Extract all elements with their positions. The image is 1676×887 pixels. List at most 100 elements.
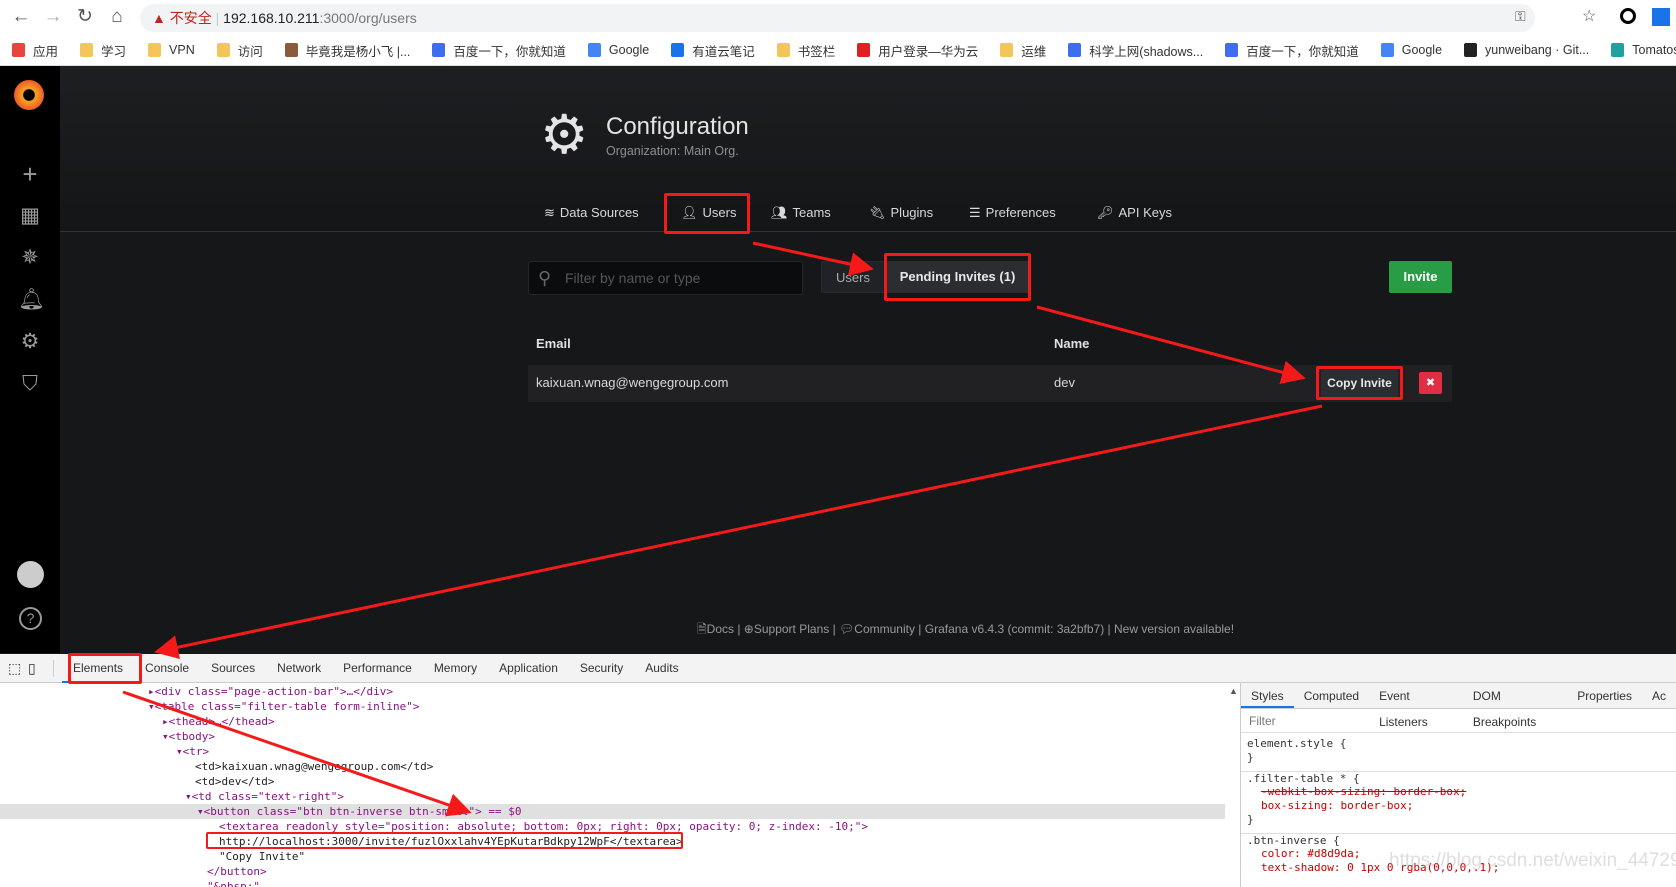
footer-support-link[interactable]: Support Plans <box>754 622 829 636</box>
bookmark-item[interactable]: 有道云笔记 <box>671 41 755 60</box>
devtools-tab-elements[interactable]: Elements <box>62 654 135 683</box>
css-rule-line[interactable]: } <box>1241 751 1676 765</box>
pending-invites-toggle[interactable]: Pending Invites (1) <box>885 261 1030 293</box>
devtools-tab-network[interactable]: Network <box>266 654 332 683</box>
footer-new-version-link[interactable]: New version available! <box>1114 622 1234 636</box>
inspect-icon[interactable]: ⬚ <box>8 660 28 677</box>
styles-tab[interactable]: Styles <box>1241 683 1294 708</box>
bookmark-item[interactable]: 学习 <box>80 41 126 60</box>
device-toolbar-icon[interactable]: ▯ <box>28 659 54 677</box>
styles-filter-input[interactable]: Filter <box>1241 709 1676 733</box>
css-rule-line[interactable]: .btn-inverse { <box>1241 833 1676 847</box>
bookmark-item[interactable]: 书签栏 <box>776 41 835 60</box>
bookmark-label: VPN <box>169 43 195 57</box>
css-rule-line[interactable]: element.style { <box>1241 737 1676 751</box>
back-icon[interactable]: ← <box>10 6 32 28</box>
url-path: :3000/org/users <box>319 10 417 26</box>
bookmark-item[interactable]: 科学上网(shadows... <box>1068 41 1203 60</box>
footer-community-link[interactable]: Community <box>854 622 915 636</box>
dashboards-icon[interactable]: ▦ <box>18 204 42 228</box>
dom-node-line[interactable]: <td>kaixuan.wnag@wengegroup.com</td> <box>0 759 1225 774</box>
reload-icon[interactable]: ↻ <box>74 6 96 28</box>
users-toggle[interactable]: Users <box>821 261 885 293</box>
dom-node-line[interactable]: ▸<div class="page-action-bar">…</div> <box>0 684 1225 699</box>
devtools-tab-application[interactable]: Application <box>488 654 569 683</box>
copy-invite-button[interactable]: Copy Invite <box>1321 370 1398 397</box>
tab-label: Users <box>702 205 737 220</box>
bookmark-item[interactable]: 用户登录—华为云 <box>857 41 978 60</box>
bookmark-item[interactable]: 应用 <box>12 41 58 60</box>
tab-data-sources[interactable]: ≋ Data Sources <box>544 198 639 228</box>
bookmark-item[interactable]: 百度一下，你就知道 <box>1225 41 1359 60</box>
devtools-tab-memory[interactable]: Memory <box>423 654 488 683</box>
tab-api-keys[interactable]: 🔑︎ API Keys <box>1097 198 1172 228</box>
forward-icon[interactable]: → <box>42 6 64 28</box>
css-rule-line[interactable]: } <box>1241 813 1676 827</box>
dom-node-line[interactable]: ▸<thead>…</thead> <box>0 714 1225 729</box>
dom-node-line[interactable]: </button> <box>0 864 1225 879</box>
dom-node-line[interactable]: ▾<tbody> <box>0 729 1225 744</box>
bookmark-item[interactable]: 毕竟我是杨小飞 |... <box>284 41 410 60</box>
address-bar[interactable]: ▲ 不安全 | 192.168.10.211:3000/org/users <box>140 4 1535 32</box>
bookmark-item[interactable]: 访问 <box>216 41 263 60</box>
tab-teams[interactable]: 👥︎ Teams <box>771 198 831 228</box>
delete-invite-button[interactable]: ✖ <box>1419 372 1442 394</box>
bookmark-item[interactable]: Google <box>1380 43 1442 57</box>
styles-tab[interactable]: Event Listeners <box>1369 683 1463 729</box>
styles-tab[interactable]: Computed <box>1294 683 1369 708</box>
explore-icon[interactable]: ✵ <box>18 246 42 270</box>
dom-node-line[interactable]: ▾<table class="filter-table form-inline"… <box>0 699 1225 714</box>
arrow <box>154 404 1323 660</box>
devtools-tab-sources[interactable]: Sources <box>200 654 266 683</box>
bookmark-item[interactable]: yunweibang · Git... <box>1464 43 1589 57</box>
bookmark-icon <box>587 43 601 57</box>
filter-input[interactable]: ⚲ Filter by name or type <box>528 261 803 295</box>
tab-users[interactable]: 👤︎ Users <box>681 198 736 228</box>
scroll-up-icon[interactable]: ▲ <box>1229 686 1238 696</box>
grafana-logo[interactable] <box>14 80 44 110</box>
shield-icon[interactable]: ⛉ <box>18 372 42 396</box>
bookmarks-bar: 应用 学习 VPN 访问 毕竟我是杨小飞 |... 百度一下，你就知道 Google 有道云笔… <box>0 35 1676 66</box>
bookmark-item[interactable]: Tomatossr <box>1611 43 1676 57</box>
extension-icon[interactable] <box>1620 8 1636 24</box>
tab-plugins[interactable]: 🔌︎ Plugins <box>869 198 933 228</box>
styles-tab[interactable]: Ac <box>1642 683 1676 708</box>
plus-icon[interactable]: + <box>18 161 42 187</box>
star-icon[interactable]: ☆ <box>1582 6 1596 26</box>
styles-tab[interactable]: DOM Breakpoints <box>1463 683 1567 729</box>
gear-icon[interactable]: ⚙ <box>18 330 42 354</box>
footer-version: Grafana v6.4.3 (commit: 3a2bfb7) <box>924 622 1105 636</box>
dom-node-line[interactable]: ▾<td class="text-right"> <box>0 789 1225 804</box>
bell-icon[interactable]: 🔔︎ <box>18 288 45 312</box>
help-icon[interactable]: ? <box>19 607 42 630</box>
dom-node-line[interactable]: <td>dev</td> <box>0 774 1225 789</box>
home-icon[interactable]: ⌂ <box>106 6 128 28</box>
bookmark-item[interactable]: VPN <box>148 43 195 57</box>
sidebar: + ▦ ✵ 🔔︎ ⚙ ⛉ ? <box>0 66 60 653</box>
dom-node-line[interactable]: "&nbsp;" <box>0 879 1225 887</box>
devtools-tab-console[interactable]: Console <box>134 654 200 683</box>
tab-preferences[interactable]: ☰ Preferences <box>969 198 1056 228</box>
bookmark-item[interactable]: Google <box>587 43 649 57</box>
bookmark-item[interactable]: 百度一下，你就知道 <box>432 41 566 60</box>
dom-node-line[interactable]: <textarea readonly style="position: abso… <box>0 819 1225 834</box>
warning-icon: ▲ <box>152 10 166 26</box>
key-icon[interactable]: ⚿ <box>1515 8 1526 25</box>
devtools-tab-performance[interactable]: Performance <box>332 654 423 683</box>
footer-docs-link[interactable]: Docs <box>707 622 734 636</box>
invite-button[interactable]: Invite <box>1389 261 1452 293</box>
dom-node-line[interactable]: ▾<button class="btn btn-inverse btn-smal… <box>0 804 1225 819</box>
extension-icon[interactable] <box>1652 8 1670 26</box>
css-rule-line[interactable]: .filter-table * { <box>1241 771 1676 785</box>
devtools-tab-audits[interactable]: Audits <box>634 654 689 683</box>
styles-tab[interactable]: Properties <box>1567 683 1642 708</box>
bookmark-item[interactable]: 运维 <box>1000 41 1046 60</box>
dom-node-line[interactable]: ▾<tr> <box>0 744 1225 759</box>
css-rule-line[interactable]: -webkit-box-sizing: border-box; <box>1241 785 1676 799</box>
avatar[interactable] <box>17 561 44 588</box>
dom-node-line[interactable]: http://localhost:3000/invite/fuzlOxxlahv… <box>0 834 1225 849</box>
css-rule-line[interactable]: box-sizing: border-box; <box>1241 799 1676 813</box>
bookmark-label: Tomatossr <box>1632 43 1676 57</box>
devtools-tab-security[interactable]: Security <box>569 654 634 683</box>
dom-node-line[interactable]: "Copy Invite" <box>0 849 1225 864</box>
